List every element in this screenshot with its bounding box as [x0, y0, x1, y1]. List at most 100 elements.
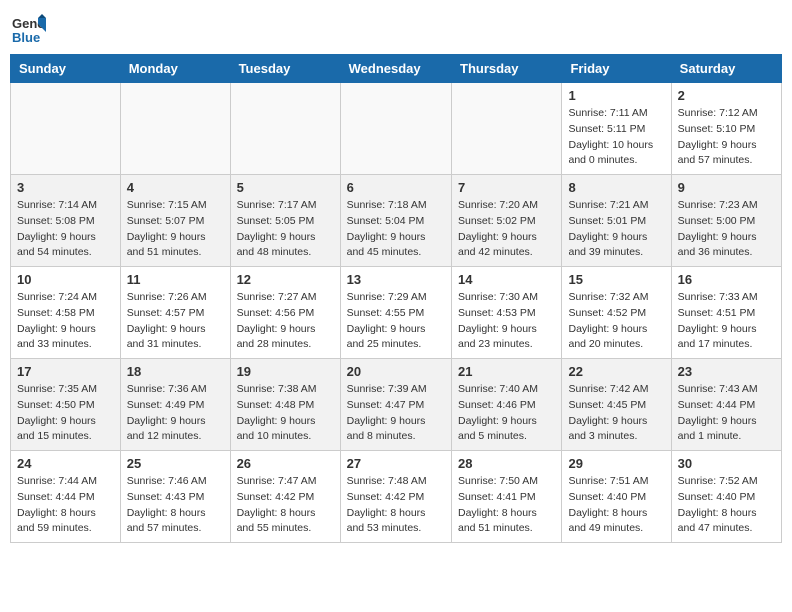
day-info: Sunrise: 7:27 AM Sunset: 4:56 PM Dayligh… — [237, 290, 334, 353]
day-info: Sunrise: 7:17 AM Sunset: 5:05 PM Dayligh… — [237, 198, 334, 261]
day-info: Sunrise: 7:48 AM Sunset: 4:42 PM Dayligh… — [347, 474, 445, 537]
calendar-cell: 27 Sunrise: 7:48 AM Sunset: 4:42 PM Dayli… — [340, 451, 451, 543]
calendar-cell: 8Sunrise: 7:21 AM Sunset: 5:01 PM Daylig… — [562, 175, 671, 267]
day-info: Sunrise: 7:20 AM Sunset: 5:02 PM Dayligh… — [458, 198, 555, 261]
day-info: Sunrise: 7:30 AM Sunset: 4:53 PM Dayligh… — [458, 290, 555, 353]
calendar-cell: 3 Sunrise: 7:14 AM Sunset: 5:08 PM Daylig… — [11, 175, 121, 267]
calendar-cell: 26 Sunrise: 7:47 AM Sunset: 4:42 PM Dayli… — [230, 451, 340, 543]
day-info: Sunrise: 7:15 AM Sunset: 5:07 PM Dayligh… — [127, 198, 224, 261]
day-info: Sunrise: 7:42 AM Sunset: 4:45 PM Dayligh… — [568, 382, 664, 445]
day-number: 7 — [458, 180, 555, 195]
day-number: 25 — [127, 456, 224, 471]
calendar-cell: 6 Sunrise: 7:18 AM Sunset: 5:04 PM Daylig… — [340, 175, 451, 267]
day-info: Sunrise: 7:24 AM Sunset: 4:58 PM Dayligh… — [17, 290, 114, 353]
svg-text:Blue: Blue — [12, 30, 40, 45]
day-info: Sunrise: 7:38 AM Sunset: 4:48 PM Dayligh… — [237, 382, 334, 445]
calendar-cell: 4 Sunrise: 7:15 AM Sunset: 5:07 PM Daylig… — [120, 175, 230, 267]
calendar-cell: 15 Sunrise: 7:32 AM Sunset: 4:52 PM Dayli… — [562, 267, 671, 359]
calendar-cell: 25 Sunrise: 7:46 AM Sunset: 4:43 PM Dayli… — [120, 451, 230, 543]
day-info: Sunrise: 7:51 AM Sunset: 4:40 PM Dayligh… — [568, 474, 664, 537]
calendar-cell: 23 Sunrise: 7:43 AM Sunset: 4:44 PM Dayli… — [671, 359, 781, 451]
day-number: 1 — [568, 88, 664, 103]
day-number: 20 — [347, 364, 445, 379]
calendar-cell: 13 Sunrise: 7:29 AM Sunset: 4:55 PM Dayli… — [340, 267, 451, 359]
day-number: 2 — [678, 88, 775, 103]
day-info: Sunrise: 7:12 AM Sunset: 5:10 PM Dayligh… — [678, 106, 775, 169]
calendar-cell: 5Sunrise: 7:17 AM Sunset: 5:05 PM Daylig… — [230, 175, 340, 267]
day-info: Sunrise: 7:39 AM Sunset: 4:47 PM Dayligh… — [347, 382, 445, 445]
day-number: 28 — [458, 456, 555, 471]
day-number: 4 — [127, 180, 224, 195]
day-info: Sunrise: 7:52 AM Sunset: 4:40 PM Dayligh… — [678, 474, 775, 537]
day-number: 22 — [568, 364, 664, 379]
logo: General Blue — [10, 10, 46, 46]
day-info: Sunrise: 7:11 AM Sunset: 5:11 PM Dayligh… — [568, 106, 664, 169]
day-number: 23 — [678, 364, 775, 379]
calendar-cell: 19 Sunrise: 7:38 AM Sunset: 4:48 PM Dayli… — [230, 359, 340, 451]
day-number: 21 — [458, 364, 555, 379]
week-row-3: 17 Sunrise: 7:35 AM Sunset: 4:50 PM Dayli… — [11, 359, 782, 451]
day-number: 18 — [127, 364, 224, 379]
day-number: 6 — [347, 180, 445, 195]
day-info: Sunrise: 7:44 AM Sunset: 4:44 PM Dayligh… — [17, 474, 114, 537]
calendar-cell: 21 Sunrise: 7:40 AM Sunset: 4:46 PM Dayli… — [452, 359, 562, 451]
calendar-cell: 16Sunrise: 7:33 AM Sunset: 4:51 PM Dayli… — [671, 267, 781, 359]
weekday-header-row: SundayMondayTuesdayWednesdayThursdayFrid… — [11, 55, 782, 83]
day-number: 27 — [347, 456, 445, 471]
day-number: 16 — [678, 272, 775, 287]
calendar-cell: 1 Sunrise: 7:11 AM Sunset: 5:11 PM Daylig… — [562, 83, 671, 175]
calendar-cell: 28Sunrise: 7:50 AM Sunset: 4:41 PM Dayli… — [452, 451, 562, 543]
weekday-header-sunday: Sunday — [11, 55, 121, 83]
calendar-cell: 30Sunrise: 7:52 AM Sunset: 4:40 PM Dayli… — [671, 451, 781, 543]
calendar-cell: 12 Sunrise: 7:27 AM Sunset: 4:56 PM Dayli… — [230, 267, 340, 359]
day-info: Sunrise: 7:40 AM Sunset: 4:46 PM Dayligh… — [458, 382, 555, 445]
calendar-cell — [452, 83, 562, 175]
day-number: 15 — [568, 272, 664, 287]
day-number: 26 — [237, 456, 334, 471]
week-row-0: 1 Sunrise: 7:11 AM Sunset: 5:11 PM Daylig… — [11, 83, 782, 175]
weekday-header-wednesday: Wednesday — [340, 55, 451, 83]
calendar-cell: 29 Sunrise: 7:51 AM Sunset: 4:40 PM Dayli… — [562, 451, 671, 543]
day-number: 17 — [17, 364, 114, 379]
calendar-cell: 2 Sunrise: 7:12 AM Sunset: 5:10 PM Daylig… — [671, 83, 781, 175]
day-number: 24 — [17, 456, 114, 471]
calendar-cell: 22 Sunrise: 7:42 AM Sunset: 4:45 PM Dayli… — [562, 359, 671, 451]
calendar-cell: 10Sunrise: 7:24 AM Sunset: 4:58 PM Dayli… — [11, 267, 121, 359]
calendar-cell: 14Sunrise: 7:30 AM Sunset: 4:53 PM Dayli… — [452, 267, 562, 359]
day-info: Sunrise: 7:36 AM Sunset: 4:49 PM Dayligh… — [127, 382, 224, 445]
day-info: Sunrise: 7:29 AM Sunset: 4:55 PM Dayligh… — [347, 290, 445, 353]
calendar-cell: 17 Sunrise: 7:35 AM Sunset: 4:50 PM Dayli… — [11, 359, 121, 451]
day-info: Sunrise: 7:43 AM Sunset: 4:44 PM Dayligh… — [678, 382, 775, 445]
weekday-header-thursday: Thursday — [452, 55, 562, 83]
weekday-header-tuesday: Tuesday — [230, 55, 340, 83]
weekday-header-friday: Friday — [562, 55, 671, 83]
calendar-cell — [230, 83, 340, 175]
week-row-2: 10Sunrise: 7:24 AM Sunset: 4:58 PM Dayli… — [11, 267, 782, 359]
day-number: 19 — [237, 364, 334, 379]
day-info: Sunrise: 7:18 AM Sunset: 5:04 PM Dayligh… — [347, 198, 445, 261]
day-number: 29 — [568, 456, 664, 471]
logo-icon: General Blue — [10, 10, 46, 46]
weekday-header-saturday: Saturday — [671, 55, 781, 83]
day-number: 13 — [347, 272, 445, 287]
week-row-1: 3 Sunrise: 7:14 AM Sunset: 5:08 PM Daylig… — [11, 175, 782, 267]
calendar-cell: 24 Sunrise: 7:44 AM Sunset: 4:44 PM Dayli… — [11, 451, 121, 543]
day-info: Sunrise: 7:35 AM Sunset: 4:50 PM Dayligh… — [17, 382, 114, 445]
calendar-cell — [340, 83, 451, 175]
day-info: Sunrise: 7:23 AM Sunset: 5:00 PM Dayligh… — [678, 198, 775, 261]
day-info: Sunrise: 7:47 AM Sunset: 4:42 PM Dayligh… — [237, 474, 334, 537]
day-number: 11 — [127, 272, 224, 287]
day-info: Sunrise: 7:26 AM Sunset: 4:57 PM Dayligh… — [127, 290, 224, 353]
day-info: Sunrise: 7:46 AM Sunset: 4:43 PM Dayligh… — [127, 474, 224, 537]
day-info: Sunrise: 7:14 AM Sunset: 5:08 PM Dayligh… — [17, 198, 114, 261]
day-number: 12 — [237, 272, 334, 287]
day-info: Sunrise: 7:32 AM Sunset: 4:52 PM Dayligh… — [568, 290, 664, 353]
calendar-cell: 9 Sunrise: 7:23 AM Sunset: 5:00 PM Daylig… — [671, 175, 781, 267]
calendar: SundayMondayTuesdayWednesdayThursdayFrid… — [10, 54, 782, 543]
day-info: Sunrise: 7:21 AM Sunset: 5:01 PM Dayligh… — [568, 198, 664, 261]
weekday-header-monday: Monday — [120, 55, 230, 83]
day-number: 3 — [17, 180, 114, 195]
day-number: 9 — [678, 180, 775, 195]
header: General Blue — [10, 10, 782, 46]
calendar-cell — [11, 83, 121, 175]
